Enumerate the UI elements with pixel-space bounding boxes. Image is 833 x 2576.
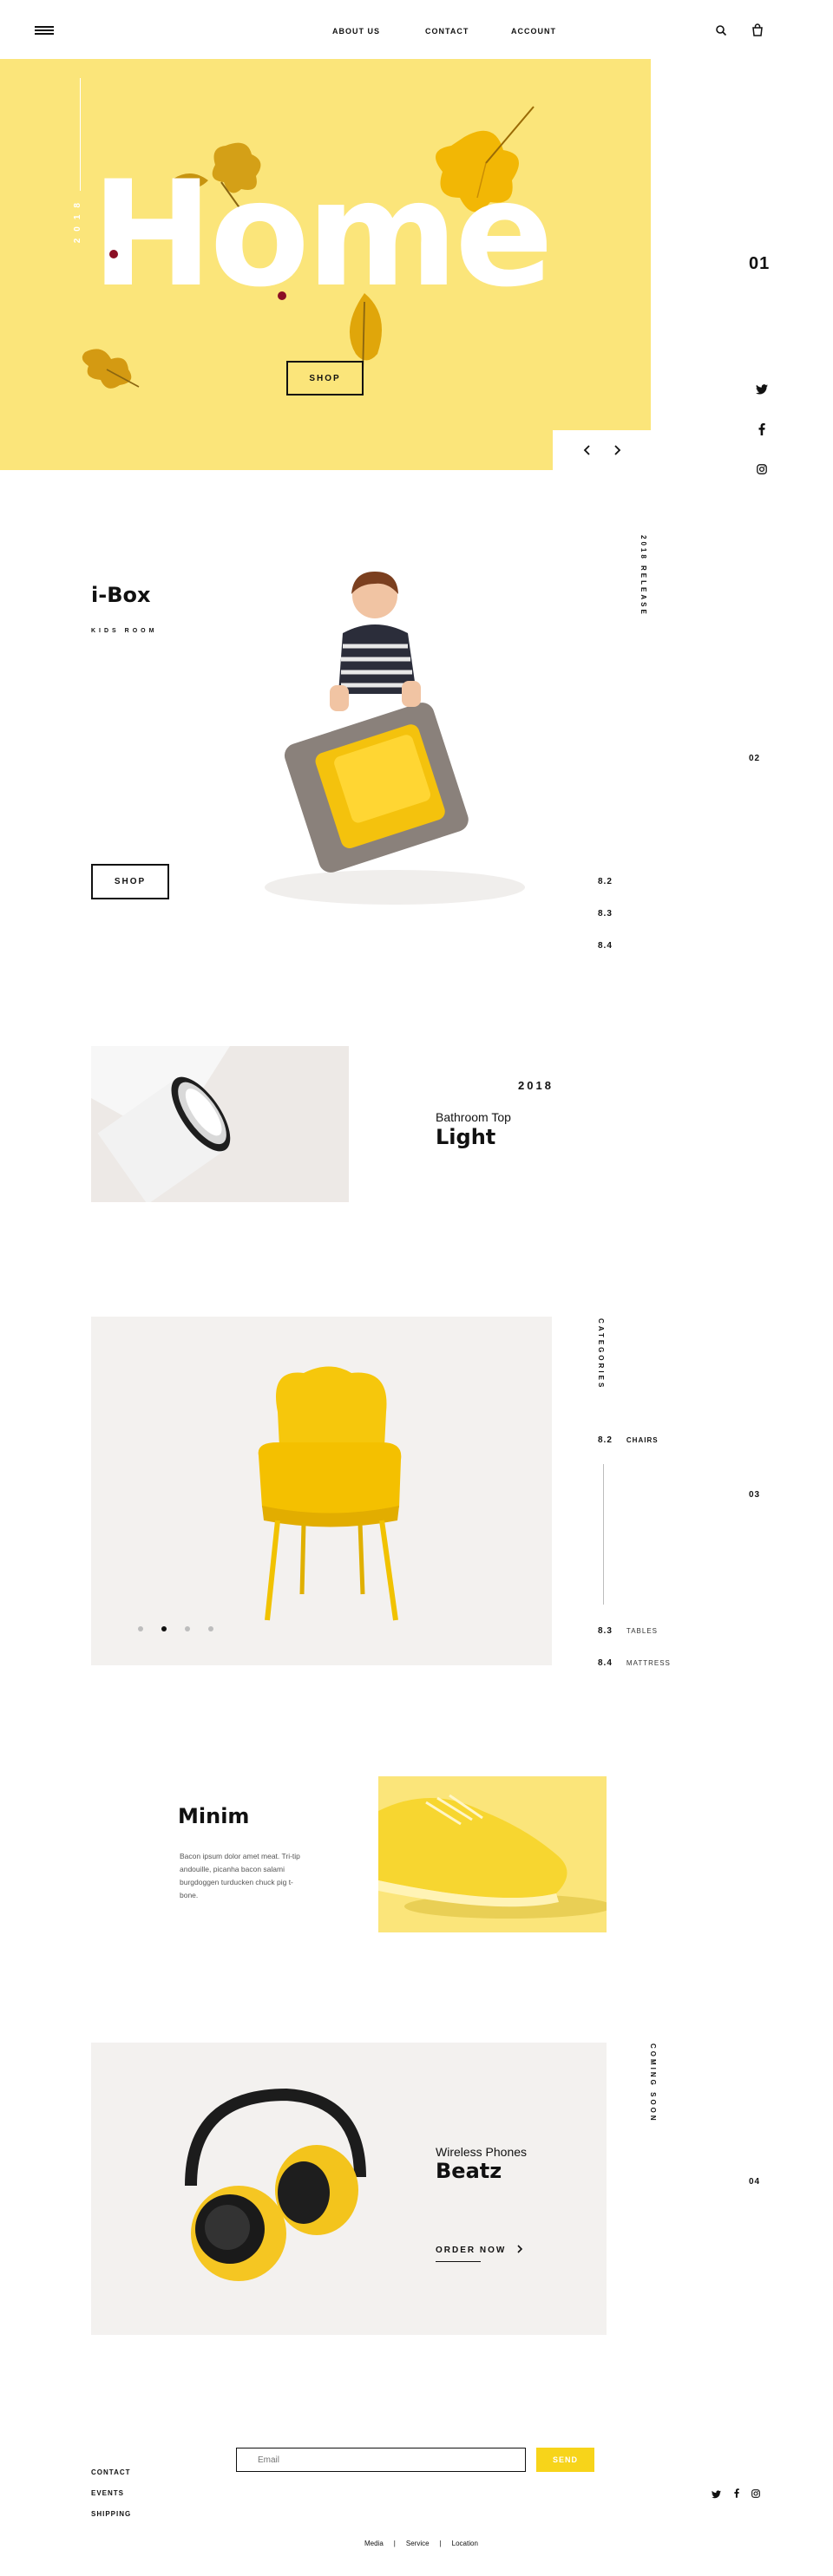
berry-icon	[109, 250, 118, 258]
lamp-image	[91, 1046, 349, 1202]
yellow-chair-image	[243, 1360, 416, 1629]
arrow-right-icon	[516, 2242, 523, 2258]
prev-arrow-icon[interactable]	[581, 444, 594, 456]
footer-separator: |	[393, 2540, 396, 2547]
hero-slider-controls	[553, 430, 651, 470]
nav-about-us[interactable]: ABOUT US	[332, 27, 380, 36]
nav-contact[interactable]: CONTACT	[425, 27, 469, 36]
hero-banner: 2018 Home SHOP	[0, 59, 651, 470]
footer-link-service[interactable]: Service	[406, 2540, 430, 2547]
categories-label: CATEGORIES	[597, 1318, 605, 1390]
search-icon[interactable]	[715, 24, 727, 36]
beatz-section-number: 04	[749, 2177, 761, 2187]
category-number: 8.4	[598, 1658, 613, 1668]
coming-soon-label: COMING SOON	[649, 2043, 657, 2123]
ibox-sub-number: 8.3	[598, 909, 613, 919]
hero-shop-button[interactable]: SHOP	[286, 361, 364, 396]
category-number: 8.2	[598, 1435, 613, 1445]
beatz-kicker: Wireless Phones	[436, 2145, 528, 2159]
slider-dot[interactable]	[138, 1626, 143, 1631]
footer-link-location[interactable]: Location	[452, 2540, 478, 2547]
order-now-link[interactable]: ORDER NOW	[436, 2242, 523, 2258]
bag-icon[interactable]	[751, 23, 764, 36]
category-number: 8.3	[598, 1626, 613, 1636]
light-title: Light	[436, 1125, 496, 1149]
email-input[interactable]	[236, 2448, 526, 2472]
slider-dot[interactable]	[185, 1626, 190, 1631]
category-label: MATTRESS	[626, 1659, 671, 1667]
nav-account[interactable]: ACCOUNT	[511, 27, 556, 36]
categories-progress-line	[603, 1464, 604, 1605]
facebook-icon[interactable]	[734, 2487, 739, 2498]
light-year: 2018	[518, 1079, 554, 1092]
ibox-subtitle: KIDS ROOM	[91, 628, 158, 634]
footer-bottom-links: Media | Service | Location	[364, 2540, 478, 2547]
menu-icon[interactable]	[35, 26, 54, 35]
slider-dot[interactable]	[208, 1626, 213, 1631]
hero-slide-number: 01	[749, 254, 771, 273]
light-kicker: Bathroom Top	[436, 1110, 511, 1124]
ibox-shop-button[interactable]: SHOP	[91, 864, 169, 899]
footer-link-contact[interactable]: CONTACT	[91, 2468, 131, 2476]
instagram-icon[interactable]	[757, 463, 767, 474]
footer-link-shipping[interactable]: SHIPPING	[91, 2510, 131, 2518]
send-button[interactable]: SEND	[536, 2448, 594, 2472]
headphones-image	[174, 2082, 382, 2303]
categories-section-number: 03	[749, 1490, 761, 1500]
minim-body: Bacon ipsum dolor amet meat. Tri-tip and…	[180, 1852, 300, 1899]
hero-divider-line	[80, 78, 81, 191]
order-now-label: ORDER NOW	[436, 2245, 507, 2255]
slider-dot-active[interactable]	[161, 1626, 167, 1631]
armchair-kid-image	[239, 568, 534, 915]
berry-icon	[278, 291, 286, 300]
hero-year: 2018	[73, 196, 82, 244]
footer-link-media[interactable]: Media	[364, 2540, 384, 2547]
category-label: CHAIRS	[626, 1436, 659, 1444]
beatz-title: Beatz	[436, 2159, 502, 2183]
category-label: TABLES	[626, 1627, 658, 1635]
footer-separator: |	[439, 2540, 442, 2547]
release-label: 2018 RELEASE	[640, 535, 647, 617]
footer-link-events[interactable]: EVENTS	[91, 2489, 124, 2497]
sneaker-image	[378, 1776, 607, 1932]
facebook-icon[interactable]	[758, 422, 765, 435]
instagram-icon[interactable]	[751, 2487, 760, 2498]
ibox-sub-number: 8.4	[598, 941, 613, 951]
ibox-sub-number: 8.2	[598, 877, 613, 886]
categories-item-tables[interactable]: 8.3 TABLES	[598, 1626, 658, 1636]
header: ABOUT US CONTACT ACCOUNT	[0, 0, 833, 59]
twitter-icon[interactable]	[756, 383, 768, 395]
ibox-title: i-Box	[91, 583, 151, 607]
minim-title: Minim	[178, 1804, 250, 1828]
ibox-section-number: 02	[749, 754, 761, 763]
chair-slider	[91, 1317, 552, 1665]
categories-item-mattress[interactable]: 8.4 MATTRESS	[598, 1658, 671, 1668]
beatz-banner: Wireless Phones Beatz ORDER NOW	[91, 2043, 607, 2335]
hero-title: Home	[91, 149, 554, 319]
next-arrow-icon[interactable]	[611, 444, 623, 456]
leaf-image	[76, 343, 146, 400]
order-now-underline	[436, 2261, 481, 2262]
twitter-icon[interactable]	[712, 2488, 721, 2499]
categories-item-chairs[interactable]: 8.2 CHAIRS	[598, 1435, 659, 1445]
